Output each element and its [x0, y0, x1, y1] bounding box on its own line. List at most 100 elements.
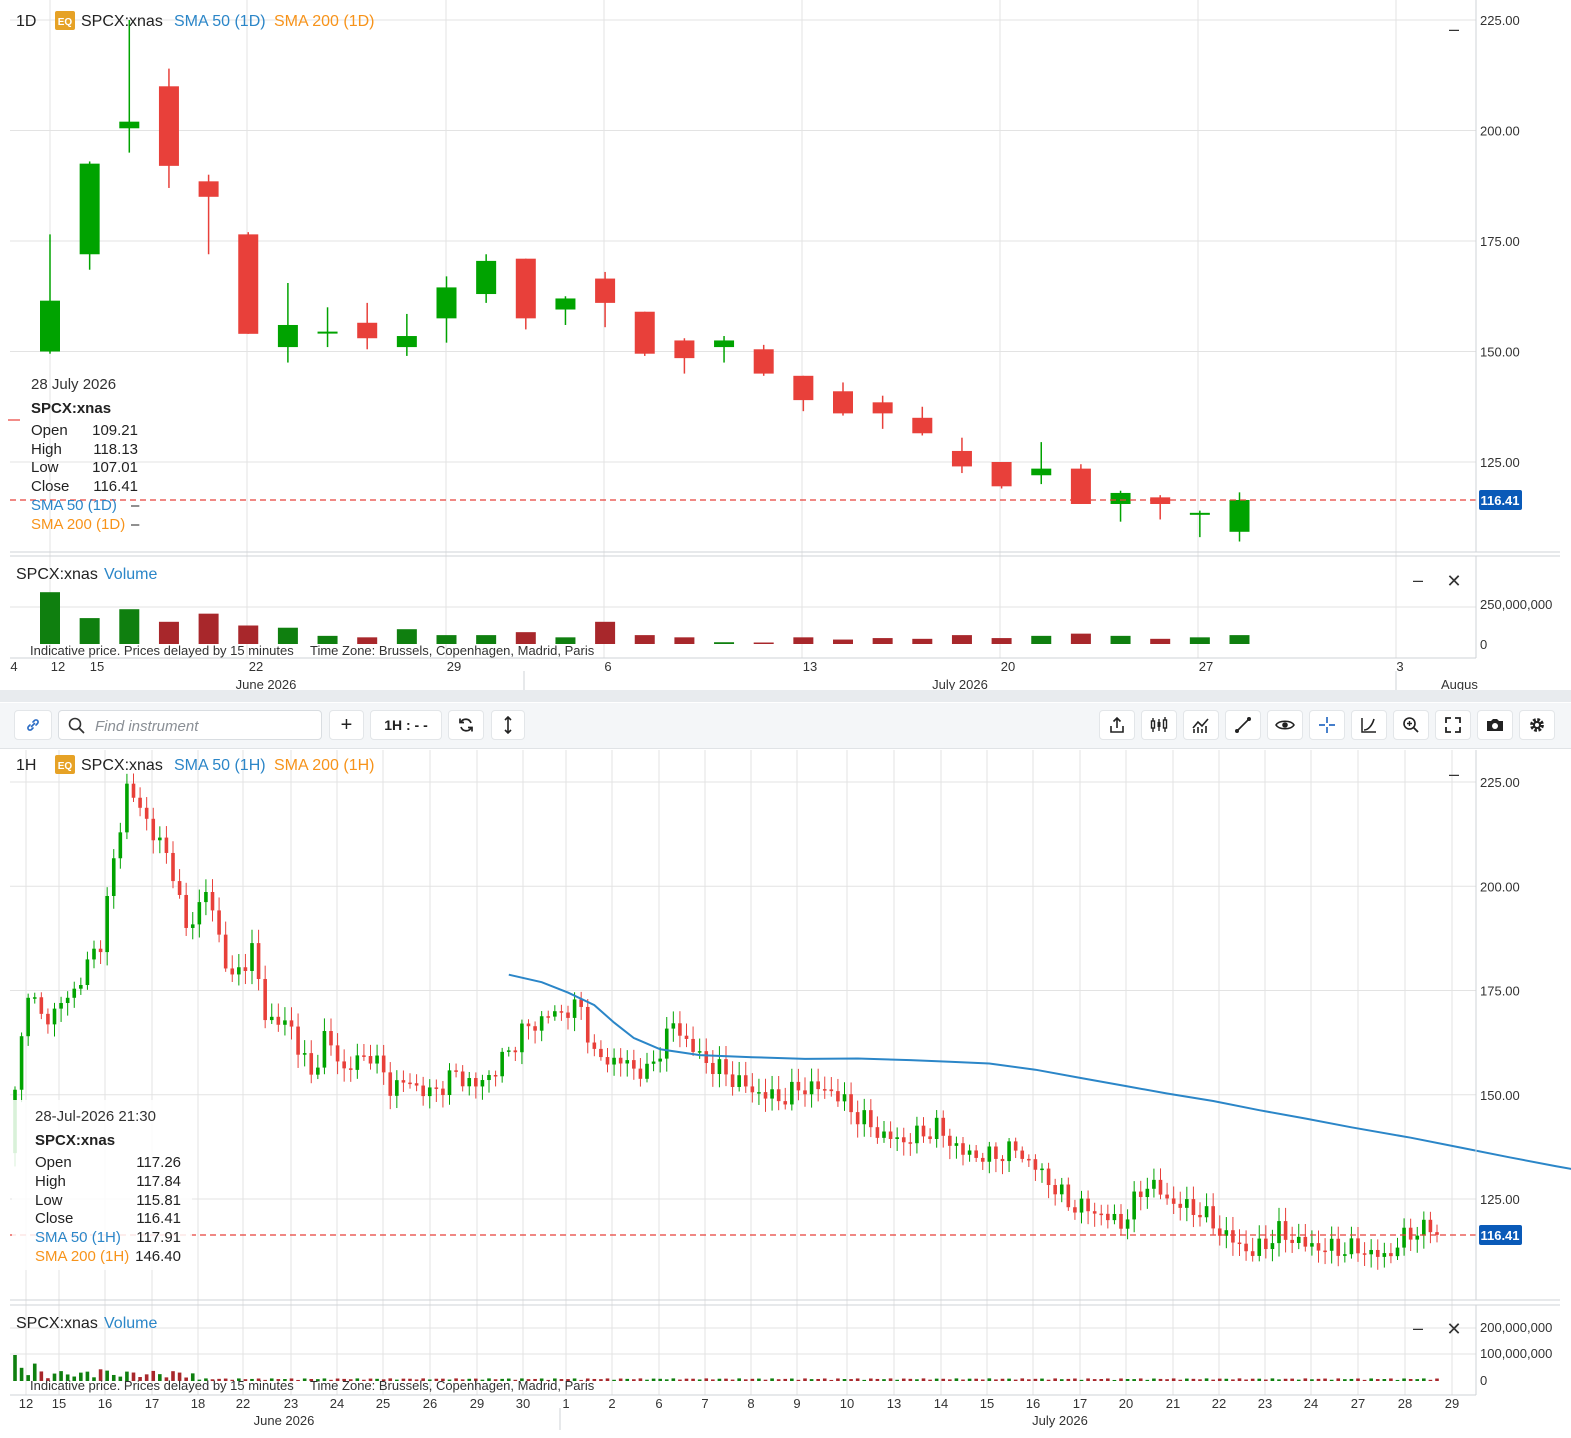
- daily-disclaimer: Indicative price. Prices delayed by 15 m…: [30, 643, 294, 658]
- daily-exchange-badge: EQ: [58, 17, 73, 28]
- candle-body: [59, 1003, 63, 1009]
- candle-body: [934, 1117, 939, 1140]
- hourly-volume-bar: [1165, 1379, 1169, 1381]
- daily-x-tick-label: 6: [604, 659, 611, 674]
- share-button[interactable]: [1099, 710, 1135, 740]
- hourly-volume-bar: [296, 1379, 300, 1381]
- candle-body: [85, 959, 90, 986]
- hourly-volume-bar: [1362, 1379, 1367, 1381]
- interval-button[interactable]: 1H : - -: [370, 710, 442, 740]
- fullscreen-button[interactable]: [1435, 710, 1471, 740]
- daily-volume-bar: [833, 639, 853, 644]
- daily-y-tick-label: 200.00: [1480, 124, 1520, 139]
- candle-body: [836, 1091, 840, 1102]
- crosshair-button[interactable]: [1309, 710, 1345, 740]
- hourly-info-sma200-value: 146.40: [135, 1248, 181, 1265]
- more-vertical-icon: [504, 716, 512, 734]
- daily-volume-close-button[interactable]: ✕: [1446, 571, 1461, 591]
- zoom-button[interactable]: [1393, 710, 1429, 740]
- daily-x-tick-label: 3: [1396, 659, 1403, 674]
- daily-info-low-label: Low: [31, 459, 59, 476]
- candle-body: [177, 881, 182, 895]
- daily-symbol-label[interactable]: SPCX:xnas: [81, 13, 163, 30]
- daily-sma50-legend[interactable]: SMA 50 (1D): [174, 13, 266, 30]
- hourly-volume-close-button[interactable]: ✕: [1446, 1319, 1461, 1339]
- candle-body: [1389, 1253, 1393, 1257]
- chart-type-button[interactable]: [1141, 710, 1177, 740]
- candle-body: [368, 1056, 373, 1064]
- search-input[interactable]: [93, 715, 317, 737]
- candle-body: [803, 1090, 807, 1095]
- candle-body: [480, 1080, 485, 1087]
- candle-body: [1402, 1227, 1406, 1248]
- candle-body: [92, 948, 96, 960]
- screenshot-button[interactable]: [1477, 710, 1513, 740]
- candle-body: [1185, 1199, 1189, 1208]
- crosshair-icon: [1319, 717, 1335, 733]
- daily-volume-bar: [595, 621, 616, 644]
- candle-body: [500, 1051, 504, 1077]
- hourly-volume-bar: [1132, 1379, 1136, 1381]
- curve-button[interactable]: [1351, 710, 1387, 740]
- daily-minimize-button[interactable]: –: [1449, 19, 1459, 39]
- candle-body: [1395, 1247, 1400, 1257]
- hourly-info-symbol: SPCX:xnas: [35, 1132, 115, 1149]
- candle-body: [1415, 1235, 1420, 1240]
- hourly-sma50-legend[interactable]: SMA 50 (1H): [174, 757, 266, 774]
- candle-body: [875, 1127, 880, 1138]
- hourly-volume-tick-zero: 0: [1480, 1373, 1487, 1388]
- hourly-sma200-legend[interactable]: SMA 200 (1H): [274, 757, 374, 774]
- candle-body: [1191, 1199, 1196, 1215]
- hourly-chart[interactable]: 225.00200.00175.00150.00125.00 116.41 1H…: [0, 750, 1571, 1438]
- daily-candle[interactable]: [79, 161, 100, 270]
- instrument-search-box[interactable]: [58, 710, 322, 740]
- daily-candle[interactable]: [634, 311, 655, 356]
- candle-body: [842, 1094, 847, 1102]
- daily-x-tick-label: 27: [1199, 659, 1213, 674]
- hourly-minimize-button[interactable]: –: [1449, 764, 1459, 784]
- hourly-x-tick-label: 21: [1166, 1396, 1180, 1411]
- daily-volume-bar: [674, 637, 695, 644]
- hourly-volume-minimize-button[interactable]: –: [1413, 1318, 1423, 1338]
- hourly-volume-bar: [684, 1378, 689, 1381]
- indicators-button[interactable]: [1183, 710, 1219, 740]
- candle-body: [1250, 1251, 1255, 1256]
- hourly-volume-bar: [1106, 1378, 1110, 1381]
- daily-y-tick-label: 150.00: [1480, 345, 1520, 360]
- candle-body: [869, 1110, 873, 1128]
- hourly-x-tick-label: 15: [980, 1396, 994, 1411]
- daily-sma200-legend[interactable]: SMA 200 (1D): [274, 13, 374, 30]
- chart-divider[interactable]: [0, 690, 1571, 702]
- candle-body: [309, 1053, 314, 1075]
- candle-body: [753, 349, 774, 374]
- daily-info-sma50-value: –: [131, 497, 140, 514]
- candle-body: [592, 1042, 597, 1049]
- settings-button[interactable]: [1519, 710, 1555, 740]
- candle-body: [872, 402, 893, 414]
- daily-volume-minimize-button[interactable]: –: [1413, 570, 1423, 590]
- candle-body: [717, 1059, 722, 1075]
- daily-candle[interactable]: [991, 462, 1012, 489]
- hourly-volume-bar: [1270, 1378, 1275, 1381]
- hourly-info-panel: 28-Jul-2026 21:30 SPCX:xnas Open 117.26 …: [12, 1100, 192, 1270]
- link-button[interactable]: [14, 710, 52, 740]
- draw-line-button[interactable]: [1225, 710, 1261, 740]
- candle-body: [1229, 499, 1250, 532]
- visibility-button[interactable]: [1267, 710, 1303, 740]
- hourly-symbol-label[interactable]: SPCX:xnas: [81, 757, 163, 774]
- hourly-x-tick-label: 22: [1212, 1396, 1226, 1411]
- hourly-volume-bar: [1290, 1378, 1294, 1381]
- daily-volume-bar: [198, 613, 219, 644]
- hourly-volume-bar: [1329, 1379, 1334, 1381]
- candle-body: [743, 1075, 748, 1087]
- daily-candle[interactable]: [753, 344, 774, 376]
- daily-candle[interactable]: [1070, 464, 1091, 504]
- candle-body: [612, 1057, 616, 1065]
- candle-body: [296, 1026, 300, 1055]
- daily-chart[interactable]: 225.00 200.00 175.00 150.00 125.00 116.41 1D…: [0, 0, 1571, 692]
- refresh-button[interactable]: [448, 710, 484, 740]
- more-options-button[interactable]: [491, 710, 525, 740]
- candle-body: [1059, 1184, 1064, 1195]
- add-button[interactable]: +: [329, 710, 364, 740]
- daily-candle[interactable]: [238, 232, 259, 334]
